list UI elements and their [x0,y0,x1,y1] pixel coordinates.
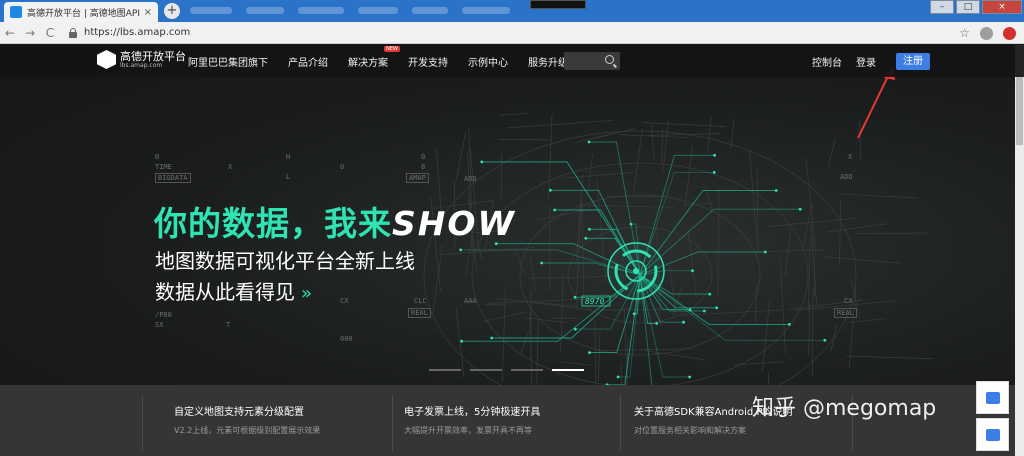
zhihu-watermark: 知乎 @megomap [752,396,937,421]
search-input[interactable] [564,52,620,70]
carousel-indicators [429,369,584,371]
hero-title-en: SHOW [392,204,516,243]
feedback-icon [985,428,1000,441]
console-link[interactable]: 控制台 [812,54,842,69]
amap-logo-icon [97,50,116,69]
address-bar-actions: ☆ [959,26,1016,40]
window-controls: – □ × [930,0,1022,14]
code-cx: CX [340,297,349,305]
code-real: REAL [408,308,431,318]
chevron-right-icon[interactable]: » [301,283,312,304]
hero-title: 你的数据，我来SHOW [154,197,516,245]
code-glyph: 0 [421,153,426,161]
profile-avatar-icon[interactable] [980,26,993,40]
amap-favicon-icon [10,6,22,18]
maximize-button[interactable]: □ [956,0,980,14]
divider [620,395,621,451]
code-real: REAL [834,308,857,318]
news-item[interactable]: 电子发票上线，5分钟极速开具 大幅提升开票效率，发票开具不再等 [404,403,540,436]
site-header: 高德开放平台 lbs.amap.com 阿里巴巴集团旗下 产品介绍 解决方案 N… [0,45,1024,77]
minimize-button[interactable]: – [930,0,954,14]
code-add: ADD [840,173,853,181]
nav-dev-support[interactable]: 开发支持 [408,54,448,69]
divider [392,395,393,451]
data-counter: 8970 [585,297,605,306]
forward-icon[interactable]: → [20,26,40,40]
code-glyph: 0 [155,153,160,161]
register-button[interactable]: 注册 [896,52,930,70]
hero-subtitle-2-text: 数据从此看得见 [155,280,295,304]
code-bigdata: BIGDATA [155,173,191,183]
code-cx: CX [844,297,853,305]
page-scrollbar[interactable] [1015,45,1024,456]
header-user-actions: 控制台 登录 注册 [812,45,930,77]
code-ooo: 000 [340,335,353,343]
search-icon[interactable] [605,55,614,64]
logo-subtitle: lbs.amap.com [120,61,163,69]
news-desc: 大幅提升开票效率，发票开具不再等 [404,426,532,435]
site-logo[interactable]: 高德开放平台 lbs.amap.com [97,50,186,69]
hero-subtitle-1: 地图数据可视化平台全新上线 [155,249,415,273]
page: 0 TIME BIGDATA X H L 0 0 8 AMAP ADD X AD… [0,45,1024,456]
code-glyph: H [286,153,291,161]
carousel-dot[interactable] [429,369,461,371]
new-tab-button[interactable]: + [164,3,180,19]
code-clc: CLC [414,297,427,305]
new-badge: NEW [384,45,400,52]
nav-alibaba[interactable]: 阿里巴巴集团旗下 [188,54,268,69]
code-glyph: 8 [421,163,426,171]
hero-banner[interactable]: 0 TIME BIGDATA X H L 0 0 8 AMAP ADD X AD… [0,45,1024,385]
news-title: 自定义地图支持元素分级配置 [174,407,304,418]
login-link[interactable]: 登录 [856,54,876,69]
nav-service-upgrade[interactable]: 服务升级 [528,54,568,69]
floating-side-buttons [976,381,1009,451]
code-aaa: AAA [464,297,477,305]
service-icon [985,391,1000,404]
carousel-dot[interactable] [470,369,502,371]
customer-service-button[interactable] [976,381,1009,414]
bookmark-star-icon[interactable]: ☆ [959,26,970,40]
carousel-dot-active[interactable] [552,369,584,371]
scrollbar-thumb[interactable] [1016,73,1023,145]
tab-close-icon[interactable]: × [144,7,152,18]
extension-icon[interactable] [1003,26,1016,40]
browser-tab-bar: 高德开放平台 | 高德地图API × + – □ × [0,0,1024,22]
main-nav: 阿里巴巴集团旗下 产品介绍 解决方案 NEW 开发支持 示例中心 服务升级 [188,45,588,77]
blurred-bookmarks [190,7,510,15]
url-input[interactable]: https://lbs.amap.com [84,27,190,38]
close-window-button[interactable]: × [982,0,1022,14]
ime-indicator [530,0,586,9]
code-amap: AMAP [406,173,429,183]
news-title: 电子发票上线，5分钟极速开具 [404,407,541,418]
code-add: ADD [464,175,477,183]
code-sx: SX [155,321,164,329]
hero-subtitle-2[interactable]: 数据从此看得见 » [155,276,312,305]
news-item[interactable]: 自定义地图支持元素分级配置 V2.2上线，元素可根据级别配置展示效果 [174,403,320,436]
nav-solutions-label: 解决方案 [348,57,388,69]
back-icon[interactable]: ← [0,26,20,40]
address-bar: ← → C https://lbs.amap.com ☆ [0,22,1024,44]
browser-tab[interactable]: 高德开放平台 | 高德地图API × [4,2,158,22]
nav-examples[interactable]: 示例中心 [468,54,508,69]
news-desc: V2.2上线，元素可根据级别配置展示效果 [174,426,321,435]
tab-title: 高德开放平台 | 高德地图API [27,8,140,19]
code-glyph: L [286,173,291,181]
nav-products[interactable]: 产品介绍 [288,54,328,69]
reload-icon[interactable]: C [40,26,60,40]
code-glyph: X [848,153,853,161]
carousel-dot[interactable] [511,369,543,371]
hero-title-cn: 你的数据，我来 [154,204,392,243]
code-glyph: T [226,321,231,329]
code-time: TIME [155,163,172,171]
code-glyph: X [228,163,233,171]
divider [142,395,143,451]
code-p80: /P80 [155,311,172,319]
lock-icon [68,27,78,38]
code-glyph: 0 [340,163,345,171]
logo-title: 高德开放平台 [120,49,186,63]
nav-solutions[interactable]: 解决方案 NEW [348,45,400,69]
feedback-button[interactable] [976,418,1009,451]
news-desc: 对位置服务相关影响和解决方案 [634,426,746,435]
